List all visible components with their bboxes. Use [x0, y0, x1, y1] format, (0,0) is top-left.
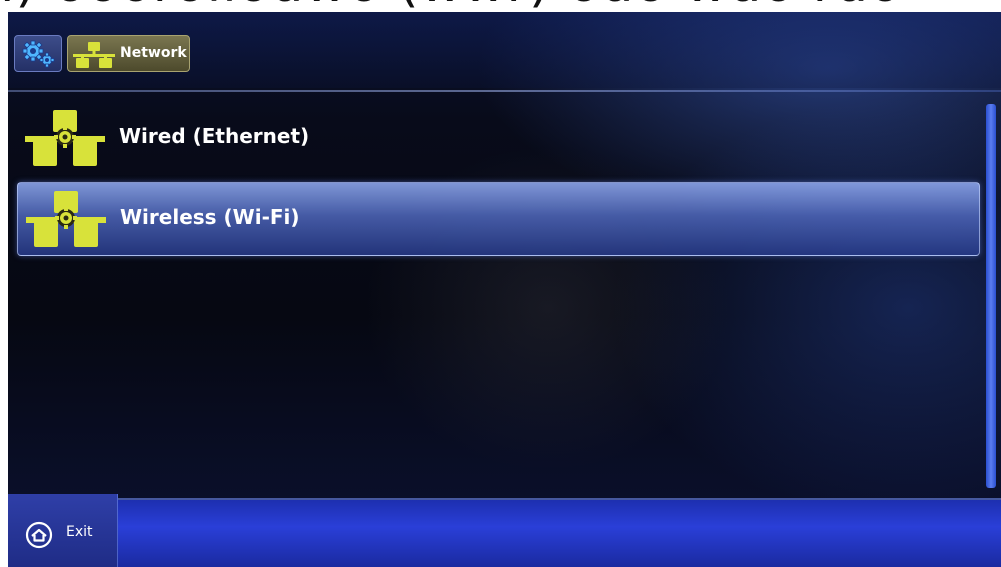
breadcrumb-label-network: Network	[120, 45, 187, 61]
list-item-label: Wired (Ethernet)	[119, 124, 310, 148]
network-icon	[73, 42, 115, 68]
footer-bar	[8, 500, 1001, 567]
cropped-background-text: ı) ooorollouwo (wwr) ouo wuo ruo	[0, 0, 902, 10]
tv-settings-screen: Network Wired (Ethernet) Wireless (Wi-Fi…	[8, 8, 1001, 567]
network-gear-icon	[25, 110, 105, 166]
exit-button[interactable]: Exit	[8, 494, 118, 567]
cropped-background-text-strip: ı) ooorollouwo (wwr) ouo wuo ruo	[0, 0, 1001, 12]
photo-of-tv-screen: ı) ooorollouwo (wwr) ouo wuo ruo	[0, 0, 1001, 567]
settings-button[interactable]	[14, 35, 62, 72]
header-bar: Network	[8, 8, 1001, 88]
exit-label: Exit	[66, 524, 93, 540]
gears-icon	[22, 40, 55, 68]
list-item-wireless-wifi[interactable]: Wireless (Wi-Fi)	[17, 182, 980, 256]
scrollbar[interactable]	[986, 104, 996, 488]
header-divider	[8, 90, 1001, 92]
home-icon	[25, 521, 53, 549]
network-breadcrumb[interactable]: Network	[67, 35, 190, 72]
list-item-wired-ethernet[interactable]: Wired (Ethernet)	[17, 102, 980, 176]
list-item-label: Wireless (Wi-Fi)	[120, 205, 300, 229]
network-gear-icon	[26, 191, 106, 247]
